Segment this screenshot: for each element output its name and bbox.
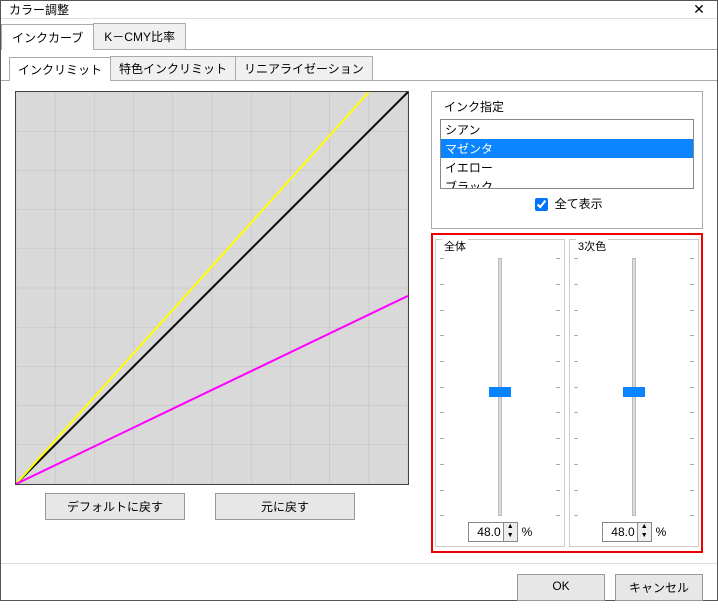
ink-designation-legend: インク指定 <box>442 98 506 115</box>
unit-label: % <box>656 525 667 539</box>
slider-group-overall: 全体 ▲▼ % <box>435 239 565 547</box>
chevron-up-icon[interactable]: ▲ <box>638 523 651 532</box>
list-item[interactable]: シアン <box>441 120 693 139</box>
tab-k-cmy-ratio[interactable]: K－CMY比率 <box>93 23 186 49</box>
chevron-down-icon[interactable]: ▼ <box>638 532 651 541</box>
unit-label: % <box>522 525 533 539</box>
slider-thumb[interactable] <box>489 387 511 397</box>
tabs-outer: インクカーブ K－CMY比率 <box>1 19 717 50</box>
chevron-down-icon[interactable]: ▼ <box>504 532 517 541</box>
footer: OK キャンセル <box>1 563 717 611</box>
curve-svg <box>16 92 408 484</box>
spin-overall[interactable]: ▲▼ <box>468 522 518 542</box>
sliders-highlight-box: 全体 ▲▼ % <box>431 233 703 553</box>
ok-button[interactable]: OK <box>517 574 605 601</box>
ink-designation-fieldset: インク指定 シアン マゼンタ イエロー ブラック 全て表示 <box>431 91 703 229</box>
spin-row-tertiary: ▲▼ % <box>602 522 667 542</box>
show-all-label: 全て表示 <box>555 197 603 211</box>
tab-ink-curve[interactable]: インクカーブ <box>1 24 94 50</box>
slider-overall[interactable] <box>440 258 560 516</box>
spin-input-tertiary[interactable] <box>603 523 637 541</box>
slider-label-tertiary: 3次色 <box>576 238 608 254</box>
graph-wrap: デフォルトに戻す 元に戻す <box>15 91 423 553</box>
show-all-row: 全て表示 <box>440 189 694 220</box>
dialog-title: カラー調整 <box>9 1 689 18</box>
spin-input-overall[interactable] <box>469 523 503 541</box>
cancel-button[interactable]: キャンセル <box>615 574 703 601</box>
list-item[interactable]: イエロー <box>441 158 693 177</box>
titlebar: カラー調整 ✕ <box>1 1 717 19</box>
right-column: インク指定 シアン マゼンタ イエロー ブラック 全て表示 全体 <box>431 91 703 553</box>
curve-graph[interactable] <box>15 91 409 485</box>
color-adjust-dialog: カラー調整 ✕ インクカーブ K－CMY比率 インクリミット 特色インクリミット… <box>0 0 718 601</box>
tabs-inner: インクリミット 特色インクリミット リニアライゼーション <box>1 50 717 81</box>
tab-ink-limit[interactable]: インクリミット <box>9 57 111 81</box>
undo-button[interactable]: 元に戻す <box>215 493 355 520</box>
content-area: インクリミット 特色インクリミット リニアライゼーション デフォルトに戻す 元に… <box>1 50 717 563</box>
spin-row-overall: ▲▼ % <box>468 522 533 542</box>
spin-tertiary[interactable]: ▲▼ <box>602 522 652 542</box>
reset-default-button[interactable]: デフォルトに戻す <box>45 493 185 520</box>
tab-spot-ink-limit[interactable]: 特色インクリミット <box>110 56 236 80</box>
slider-thumb[interactable] <box>623 387 645 397</box>
ink-listbox[interactable]: シアン マゼンタ イエロー ブラック <box>440 119 694 189</box>
graph-buttons: デフォルトに戻す 元に戻す <box>15 485 423 528</box>
list-item[interactable]: マゼンタ <box>441 139 693 158</box>
show-all-checkbox[interactable] <box>535 198 548 211</box>
slider-tertiary[interactable] <box>574 258 694 516</box>
chevron-up-icon[interactable]: ▲ <box>504 523 517 532</box>
tab-linearization[interactable]: リニアライゼーション <box>235 56 373 80</box>
pane: デフォルトに戻す 元に戻す インク指定 シアン マゼンタ イエロー ブラック 全… <box>1 81 717 563</box>
slider-label-overall: 全体 <box>442 238 468 254</box>
slider-group-tertiary: 3次色 ▲▼ % <box>569 239 699 547</box>
list-item[interactable]: ブラック <box>441 177 693 189</box>
close-icon[interactable]: ✕ <box>689 1 709 18</box>
